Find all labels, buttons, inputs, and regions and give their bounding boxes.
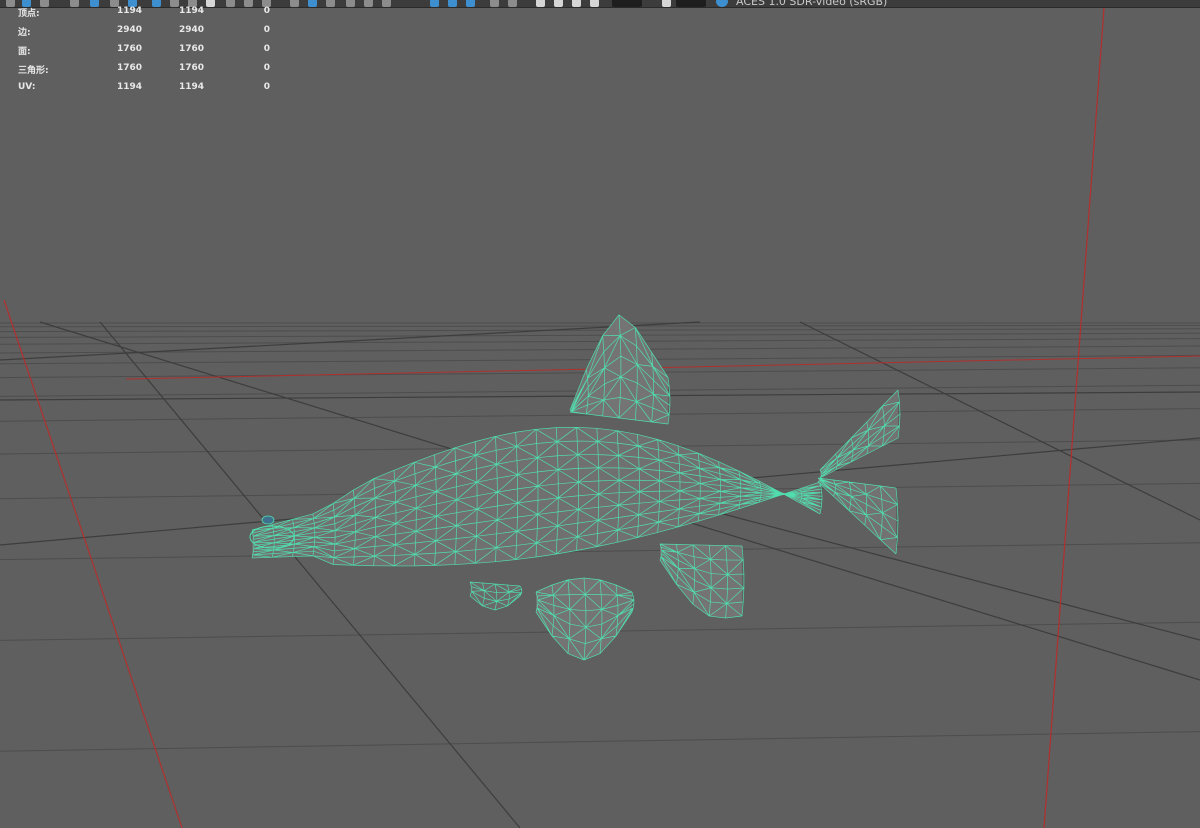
axis-line-x (3, 299, 183, 828)
perspective-viewport[interactable] (0, 7, 1200, 828)
hud-value: 1194 (116, 6, 142, 16)
hud-value: 0 (263, 82, 270, 92)
hud-value: 1760 (178, 44, 204, 54)
hud-value: 1194 (178, 82, 204, 92)
hud-value: 1194 (116, 82, 142, 92)
hud-label: 顶点: (18, 9, 40, 19)
hud-value: 1194 (178, 6, 204, 16)
hud-row-faces: 面: 1760 1760 0 (18, 44, 278, 63)
grid-line (0, 731, 1200, 752)
fish-tail-upper (819, 389, 901, 479)
grid-line (0, 332, 1200, 338)
fish-pelvic-fin (535, 577, 635, 661)
hud-value: 0 (263, 6, 270, 16)
fish-pectoral-fin (469, 581, 523, 611)
hud-row-vertices: 顶点: 1194 1194 0 (18, 6, 278, 25)
hud-label: 面: (18, 47, 31, 57)
viewport-scene[interactable] (0, 0, 1200, 828)
hud-row-triangles: 三角形: 1760 1760 0 (18, 63, 278, 82)
hud-label: 三角形: (18, 66, 49, 76)
grid-line (0, 324, 1200, 328)
hud-row-edges: 边: 2940 2940 0 (18, 25, 278, 44)
hud-value: 0 (263, 44, 270, 54)
fish-eye (261, 515, 275, 525)
hud-value: 1760 (116, 63, 142, 73)
hud-value: 2940 (178, 25, 204, 35)
fish-body (251, 426, 823, 567)
hud-label: UV: (18, 82, 36, 92)
hud-value: 2940 (116, 25, 142, 35)
hud-value: 0 (263, 25, 270, 35)
axis-line-z (1043, 7, 1105, 828)
fish-wireframe-mesh[interactable] (249, 314, 901, 661)
fish-anal-fin (659, 543, 745, 619)
hud-value: 1760 (178, 63, 204, 73)
grid-axes (3, 7, 1200, 828)
hud-label: 边: (18, 28, 31, 38)
poly-count-hud: 顶点: 1194 1194 0 边: 2940 2940 0 面: 1760 1… (18, 6, 278, 101)
maya-app: ACES 1.0 SDR-video (sRGB) 顶点: 1194 1194 … (0, 0, 1200, 828)
grid-line (0, 328, 1200, 333)
hud-row-uvs: UV: 1194 1194 0 (18, 82, 278, 101)
hud-value: 0 (263, 63, 270, 73)
hud-value: 1760 (116, 44, 142, 54)
mesh-fill (660, 544, 742, 618)
